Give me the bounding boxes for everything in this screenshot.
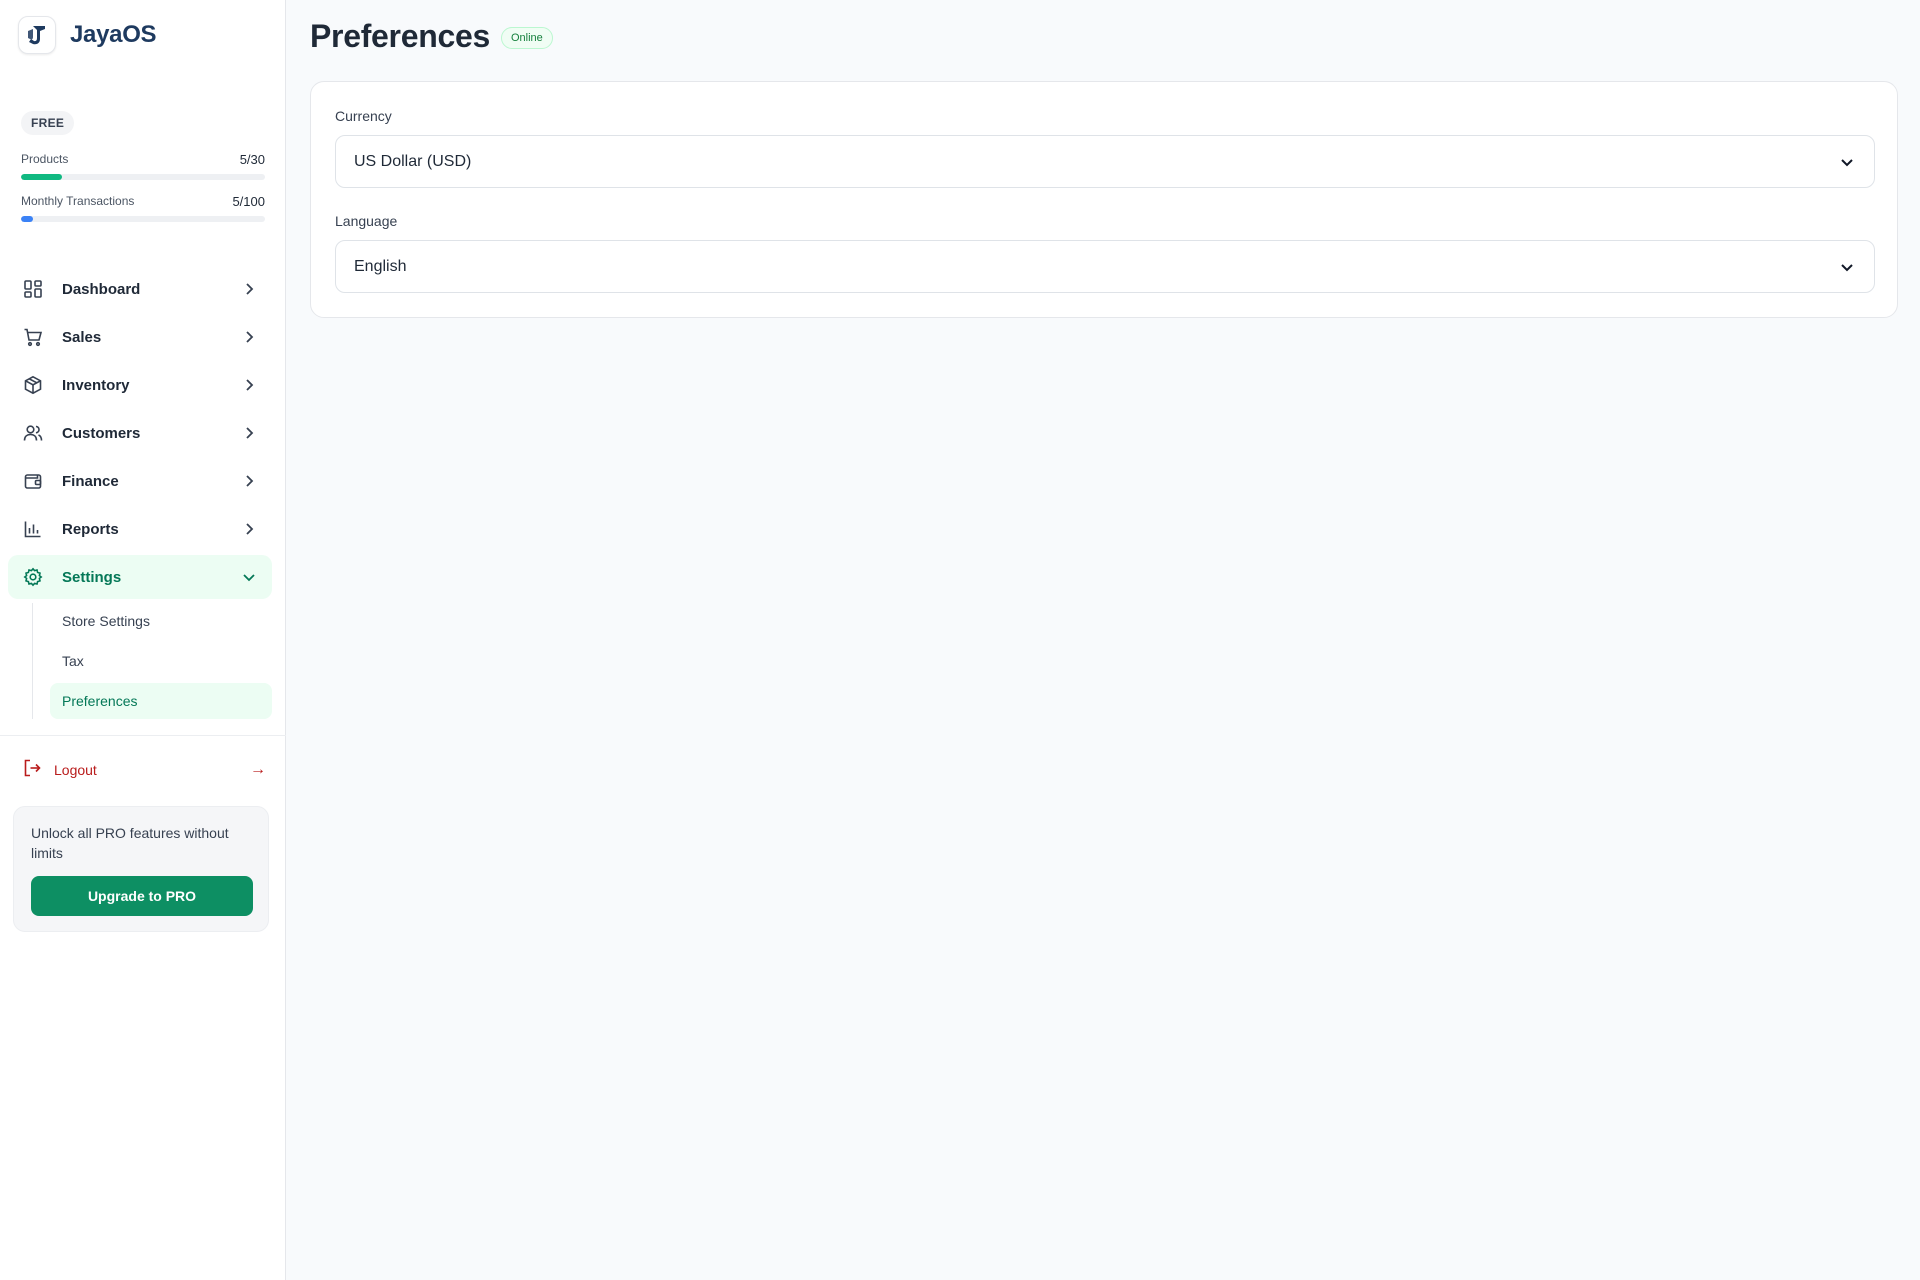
brand-logo-icon — [18, 16, 56, 54]
brand-name: JayaOS — [70, 21, 157, 48]
chevron-right-icon — [240, 520, 258, 538]
nav-item-label: Inventory — [62, 376, 130, 394]
usage-value: 5/30 — [239, 152, 265, 167]
chevron-down-icon — [240, 568, 258, 586]
nav-item-customers[interactable]: Customers — [8, 411, 272, 455]
currency-value: US Dollar (USD) — [354, 152, 472, 170]
language-select[interactable]: English — [335, 240, 1875, 293]
status-badge: Online — [501, 27, 553, 49]
main-nav: Dashboard Sales Inventory Customers Fina… — [8, 267, 272, 723]
subnav-item-store-settings[interactable]: Store Settings — [50, 603, 272, 639]
promo-text: Unlock all PRO features without limits — [31, 825, 229, 861]
nav-item-label: Finance — [62, 472, 119, 490]
nav-item-settings[interactable]: Settings — [8, 555, 272, 599]
subnav-item-preferences[interactable]: Preferences — [50, 683, 272, 719]
brand[interactable]: JayaOS — [18, 16, 157, 54]
usage-products: Products 5/30 — [21, 152, 265, 180]
nav-item-label: Sales — [62, 328, 102, 346]
nav-item-label: Settings — [62, 568, 122, 586]
chevron-right-icon — [240, 328, 258, 346]
nav-item-finance[interactable]: Finance — [8, 459, 272, 503]
nav-item-dashboard[interactable]: Dashboard — [8, 267, 272, 311]
subnav-item-tax[interactable]: Tax — [50, 643, 272, 679]
main-content: Preferences Online Currency US Dollar (U… — [286, 0, 1920, 1280]
nav-item-reports[interactable]: Reports — [8, 507, 272, 551]
settings-subnav: Store Settings Tax Preferences — [32, 603, 272, 719]
chevron-down-icon — [1838, 153, 1856, 171]
nav-item-sales[interactable]: Sales — [8, 315, 272, 359]
logout-icon — [22, 758, 42, 783]
app-root: JayaOS FREE Products 5/30 Monthly Transa… — [0, 0, 1920, 1280]
arrow-right-icon: → — [250, 761, 266, 778]
language-value: English — [354, 257, 407, 275]
usage-progress-track — [21, 216, 265, 222]
usage-transactions: Monthly Transactions 5/100 — [21, 194, 265, 222]
wallet-icon — [22, 470, 44, 492]
nav-item-label: Dashboard — [62, 280, 141, 298]
chevron-right-icon — [240, 280, 258, 298]
page-title: Preferences — [310, 18, 490, 54]
gear-icon — [22, 566, 44, 588]
plan-badge: FREE — [21, 111, 75, 135]
currency-label: Currency — [335, 108, 392, 124]
currency-select[interactable]: US Dollar (USD) — [335, 135, 1875, 188]
chevron-right-icon — [240, 472, 258, 490]
usage-progress-fill — [21, 174, 62, 180]
sidebar: JayaOS FREE Products 5/30 Monthly Transa… — [0, 0, 286, 1280]
users-icon — [22, 422, 44, 444]
usage-value: 5/100 — [232, 194, 265, 209]
logout-button[interactable]: Logout → — [22, 756, 266, 784]
language-label: Language — [335, 213, 398, 229]
logout-label: Logout — [54, 762, 97, 778]
usage-label: Monthly Transactions — [21, 194, 135, 208]
bar-chart-icon — [22, 518, 44, 540]
usage-progress-track — [21, 174, 265, 180]
nav-item-label: Reports — [62, 520, 119, 538]
upgrade-promo-card: Unlock all PRO features without limits U… — [13, 806, 269, 932]
chevron-right-icon — [240, 424, 258, 442]
shopping-cart-icon — [22, 326, 44, 348]
package-box-icon — [22, 374, 44, 396]
chevron-down-icon — [1838, 258, 1856, 276]
dashboard-grid-icon — [22, 278, 44, 300]
sidebar-divider — [0, 735, 286, 736]
nav-item-label: Customers — [62, 424, 141, 442]
preferences-card: Currency US Dollar (USD) Language Englis… — [310, 81, 1898, 318]
upgrade-button[interactable]: Upgrade to PRO — [31, 876, 253, 916]
nav-item-inventory[interactable]: Inventory — [8, 363, 272, 407]
usage-label: Products — [21, 152, 69, 166]
usage-progress-fill — [21, 216, 34, 222]
chevron-right-icon — [240, 376, 258, 394]
